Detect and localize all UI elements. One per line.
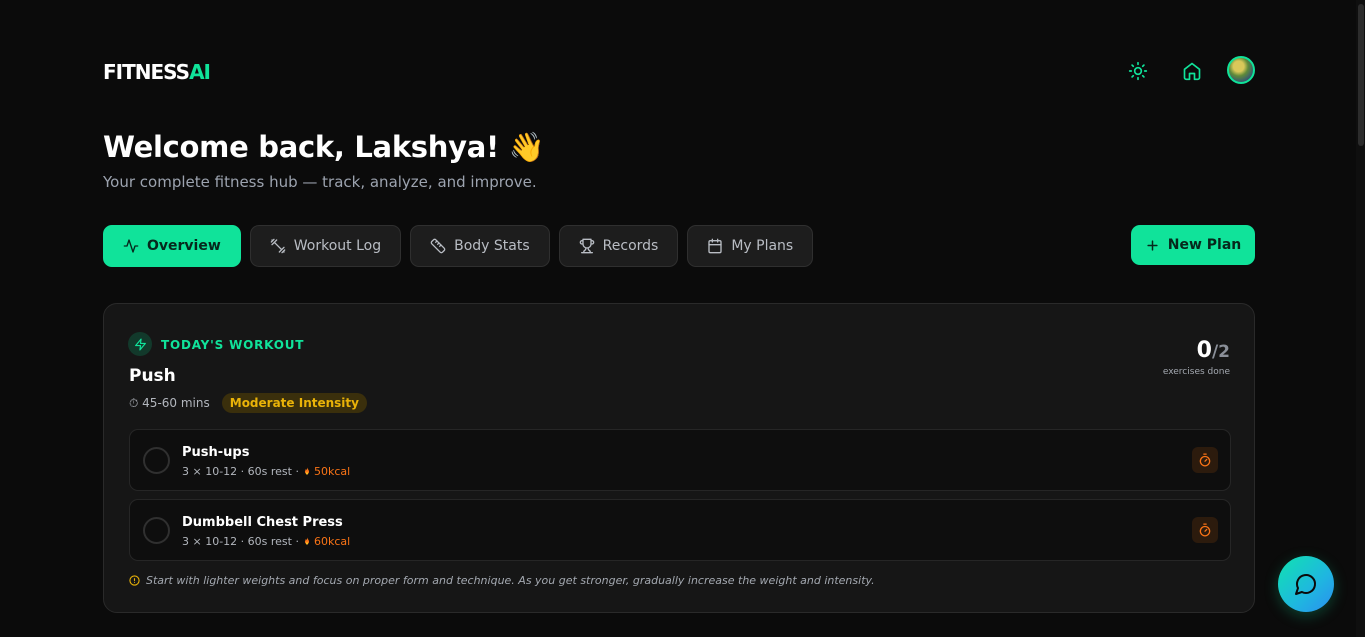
workout-duration: ⏱ 45-60 mins [129,395,210,410]
tab-my-plans[interactable]: My Plans [687,225,814,267]
chat-bubble-icon [1295,574,1316,595]
exercise-name: Push-ups [182,445,250,460]
sun-icon[interactable] [1125,58,1151,84]
tab-label: Workout Log [293,238,382,254]
tab-label: Overview [147,238,221,254]
ruler-icon [430,238,446,254]
scrollbar-thumb[interactable] [1358,4,1364,146]
new-plan-button[interactable]: New Plan [1131,225,1255,265]
exercise-progress: 0/2 exercises done [1163,338,1230,377]
workout-tip: Start with lighter weights and focus on … [129,574,875,587]
tab-overview[interactable]: Overview [103,225,241,267]
tab-workout-log[interactable]: Workout Log [249,225,402,267]
exercise-item[interactable]: Push-ups 3 × 10-12 · 60s rest · 50kcal [129,429,1231,491]
done-count: 0 [1196,338,1212,363]
home-icon[interactable] [1179,58,1205,84]
kcal-value: 60kcal [313,535,351,548]
user-avatar[interactable] [1227,56,1255,84]
timer-icon[interactable] [1192,517,1218,543]
chat-button[interactable] [1278,556,1334,612]
total-count: /2 [1211,342,1230,362]
tab-body-stats[interactable]: Body Stats [410,225,550,267]
workout-name: Push [129,366,176,386]
timer-icon[interactable] [1192,447,1218,473]
flame-icon [304,537,310,545]
dashboard-tabs: Overview Workout Log Body Stats Records … [103,225,814,267]
intensity-badge: Moderate Intensity [221,393,367,413]
exercise-item[interactable]: Dumbbell Chest Press 3 × 10-12 · 60s res… [129,499,1231,561]
workout-meta: ⏱ 45-60 mins Moderate Intensity [129,393,367,413]
welcome-subtitle: Your complete fitness hub — track, analy… [103,173,537,191]
exercise-detail: 3 × 10-12 · 60s rest · 50kcal [182,465,350,478]
todays-workout-card: TODAY'S WORKOUT Push ⏱ 45-60 mins Modera… [103,303,1255,613]
flame-icon [304,467,310,475]
bolt-icon [128,332,152,356]
exercise-name: Dumbbell Chest Press [182,515,343,530]
exercise-checkbox[interactable] [143,447,170,474]
progress-caption: exercises done [1162,367,1230,377]
exercise-kcal: 60kcal [302,535,350,548]
tab-label: My Plans [731,238,794,254]
app-logo[interactable]: FITNESSAI [103,60,211,84]
new-plan-label: New Plan [1167,237,1242,253]
logo-accent: AI [189,60,211,84]
welcome-heading: Welcome back, Lakshya! 👋 [103,130,545,164]
page-scrollbar[interactable] [1356,0,1365,637]
kcal-value: 50kcal [313,465,351,478]
dumbbell-icon [270,238,286,254]
logo-main: FITNESS [103,60,190,84]
info-icon [129,575,140,586]
exercise-sets: 3 × 10-12 · 60s rest · [182,465,299,478]
calendar-icon [708,238,722,254]
trophy-icon [579,238,594,254]
tip-text: Start with lighter weights and focus on … [146,574,875,587]
top-header: FITNESSAI [103,56,1255,86]
activity-icon [123,239,139,253]
tab-label: Body Stats [454,238,530,254]
exercise-checkbox[interactable] [143,517,170,544]
exercise-sets: 3 × 10-12 · 60s rest · [182,535,299,548]
section-label: TODAY'S WORKOUT [161,338,305,352]
tab-label: Records [602,238,659,254]
tab-records[interactable]: Records [558,225,679,267]
plus-icon [1147,239,1158,251]
exercise-detail: 3 × 10-12 · 60s rest · 60kcal [182,535,350,548]
exercise-kcal: 50kcal [302,465,350,478]
